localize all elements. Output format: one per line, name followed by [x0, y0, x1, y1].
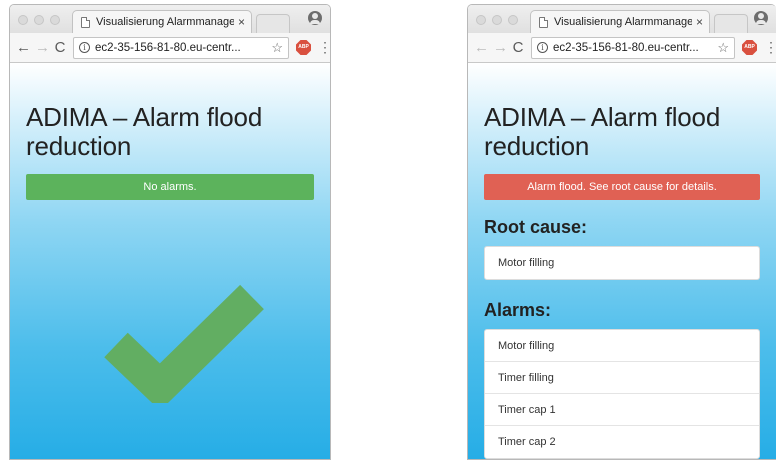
page-content: ADIMA – Alarm flood reduction No alarms. [10, 63, 330, 459]
title-bar: Visualisierung Alarmmanagem × [10, 5, 330, 33]
browser-toolbar: ← → C i ec2-35-156-81-80.eu-centr... ☆ A… [10, 33, 330, 63]
alarm-item-motor-filling[interactable]: Motor filling [485, 330, 759, 362]
forward-button[interactable]: → [493, 39, 508, 56]
tab-close-icon[interactable]: × [238, 15, 245, 29]
info-icon[interactable]: i [79, 42, 90, 53]
close-window-button[interactable] [476, 15, 486, 25]
url-text: ec2-35-156-81-80.eu-centr... [95, 41, 241, 54]
page-content: ADIMA – Alarm flood reduction Alarm floo… [468, 63, 776, 459]
minimize-window-button[interactable] [34, 15, 44, 25]
menu-icon[interactable]: ⋮ [764, 39, 776, 56]
adblock-icon[interactable]: ABP [296, 40, 311, 55]
tab-title: Visualisierung Alarmmanagem [554, 16, 692, 28]
url-text: ec2-35-156-81-80.eu-centr... [553, 41, 699, 54]
status-banner-alarm-flood: Alarm flood. See root cause for details. [484, 174, 760, 200]
window-controls [476, 15, 518, 25]
back-button[interactable]: ← [16, 39, 31, 56]
root-cause-list: Motor filling [484, 246, 760, 280]
alarm-item-timer-cap-2[interactable]: Timer cap 2 [485, 426, 759, 458]
browser-window-alarm-flood: Visualisierung Alarmmanagem × ← → C i ec… [467, 4, 776, 460]
browser-tab[interactable]: Visualisierung Alarmmanagem × [72, 10, 252, 33]
back-button[interactable]: ← [474, 39, 489, 56]
alarm-item-timer-cap-1[interactable]: Timer cap 1 [485, 394, 759, 426]
root-cause-heading: Root cause: [484, 217, 588, 237]
page-title: ADIMA – Alarm flood reduction [26, 102, 263, 161]
alarms-list: Motor filling Timer filling Timer cap 1 … [484, 329, 760, 459]
page-icon [539, 16, 548, 28]
alarms-heading: Alarms: [484, 300, 552, 320]
browser-window-no-alarms: Visualisierung Alarmmanagem × ← → C i ec… [9, 4, 331, 460]
new-tab-button[interactable] [256, 14, 290, 33]
new-tab-button[interactable] [714, 14, 748, 33]
maximize-window-button[interactable] [508, 15, 518, 25]
browser-tab[interactable]: Visualisierung Alarmmanagem × [530, 10, 710, 33]
close-window-button[interactable] [18, 15, 28, 25]
info-icon[interactable]: i [537, 42, 548, 53]
reload-button[interactable]: C [512, 39, 524, 56]
tab-title: Visualisierung Alarmmanagem [96, 16, 234, 28]
browser-toolbar: ← → C i ec2-35-156-81-80.eu-centr... ☆ A… [468, 33, 776, 63]
address-bar[interactable]: i ec2-35-156-81-80.eu-centr... ☆ [73, 36, 289, 59]
star-icon[interactable]: ☆ [717, 40, 729, 56]
profile-icon[interactable] [754, 11, 768, 25]
profile-icon[interactable] [308, 11, 322, 25]
alarm-item-timer-filling[interactable]: Timer filling [485, 362, 759, 394]
page-icon [81, 16, 90, 28]
root-cause-item[interactable]: Motor filling [485, 247, 759, 279]
tab-close-icon[interactable]: × [696, 15, 703, 29]
status-banner-no-alarms: No alarms. [26, 174, 314, 200]
reload-button[interactable]: C [54, 39, 66, 56]
checkmark-icon [104, 284, 264, 403]
title-bar: Visualisierung Alarmmanagem × [468, 5, 776, 33]
forward-button[interactable]: → [35, 39, 50, 56]
menu-icon[interactable]: ⋮ [318, 39, 330, 56]
page-title: ADIMA – Alarm flood reduction [484, 102, 721, 161]
adblock-icon[interactable]: ABP [742, 40, 757, 55]
star-icon[interactable]: ☆ [271, 40, 283, 56]
maximize-window-button[interactable] [50, 15, 60, 25]
address-bar[interactable]: i ec2-35-156-81-80.eu-centr... ☆ [531, 36, 735, 59]
window-controls [18, 15, 60, 25]
minimize-window-button[interactable] [492, 15, 502, 25]
